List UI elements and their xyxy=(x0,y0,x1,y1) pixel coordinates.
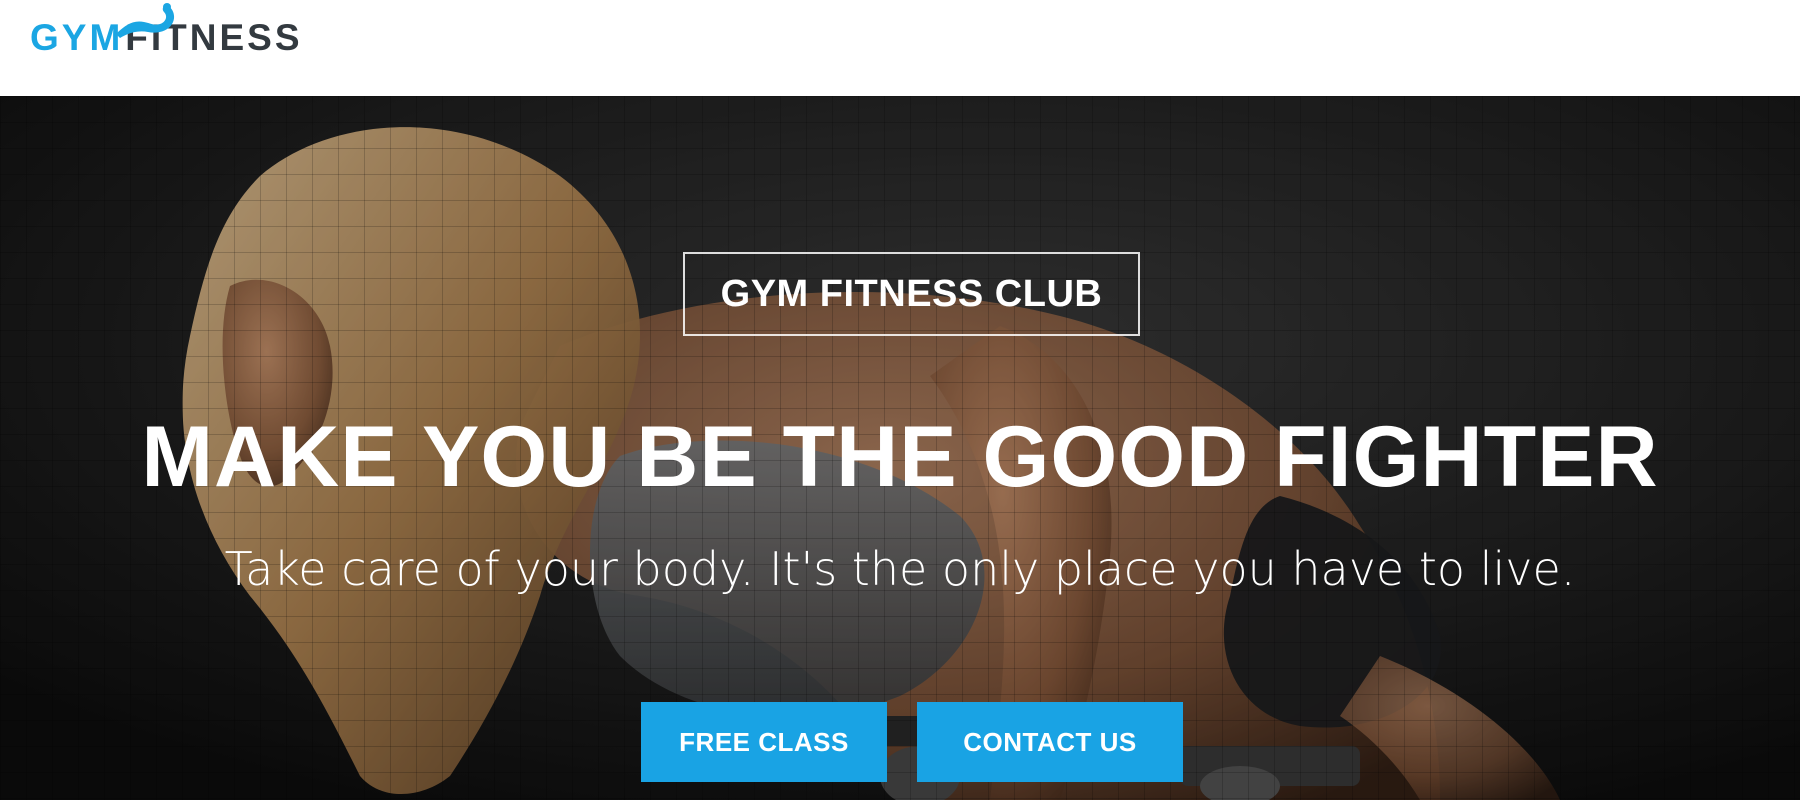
club-badge: GYM FITNESS CLUB xyxy=(683,252,1140,336)
hero-headline: MAKE YOU BE THE GOOD FIGHTER xyxy=(141,409,1659,505)
contact-us-button[interactable]: CONTACT US xyxy=(917,702,1183,782)
site-logo[interactable]: GYM FITNESS xyxy=(30,3,303,56)
hero-tagline: Take care of your body. It's the only pl… xyxy=(224,542,1576,596)
site-header: GYM FITNESS xyxy=(0,0,1800,96)
hero-section: GYM FITNESS CLUB MAKE YOU BE THE GOOD FI… xyxy=(0,96,1800,800)
free-class-button[interactable]: FREE CLASS xyxy=(641,702,887,782)
flexed-arm-icon xyxy=(116,3,175,38)
page: GYM FITNESS GYM FITNESS CLUB MAKE YOU BE… xyxy=(0,0,1800,800)
